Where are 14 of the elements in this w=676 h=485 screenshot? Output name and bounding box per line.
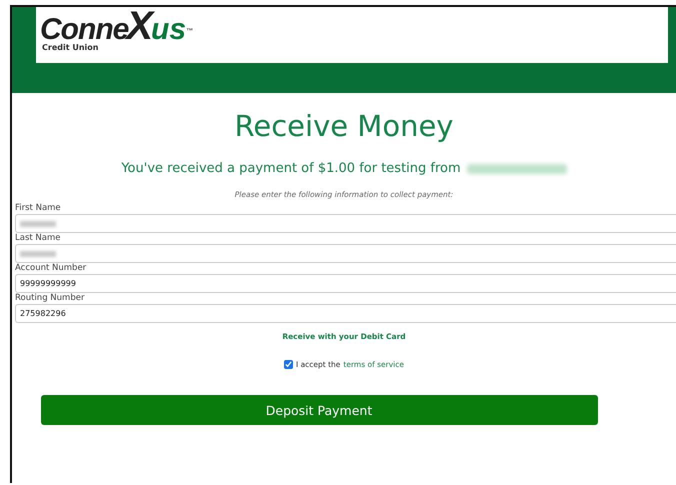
input-field[interactable]: 99999999999: [15, 274, 676, 293]
input-field[interactable]: 275982296: [15, 304, 676, 323]
payment-message: You've received a payment of $1.00 for testing from: [121, 161, 461, 176]
deposit-button[interactable]: Deposit Payment: [40, 395, 598, 425]
logo-subtitle: Credit Union: [42, 43, 100, 52]
terms-checkbox[interactable]: [284, 360, 293, 369]
logo-mark: X: [126, 9, 154, 43]
input-field[interactable]: [15, 244, 676, 263]
field-label: First Name: [15, 203, 62, 214]
field-label: Account Number: [15, 263, 88, 274]
input-field[interactable]: [15, 214, 676, 233]
field-label: Routing Number: [15, 293, 86, 304]
field-label: Last Name: [15, 233, 62, 244]
page-title: Receive Money: [234, 109, 454, 143]
